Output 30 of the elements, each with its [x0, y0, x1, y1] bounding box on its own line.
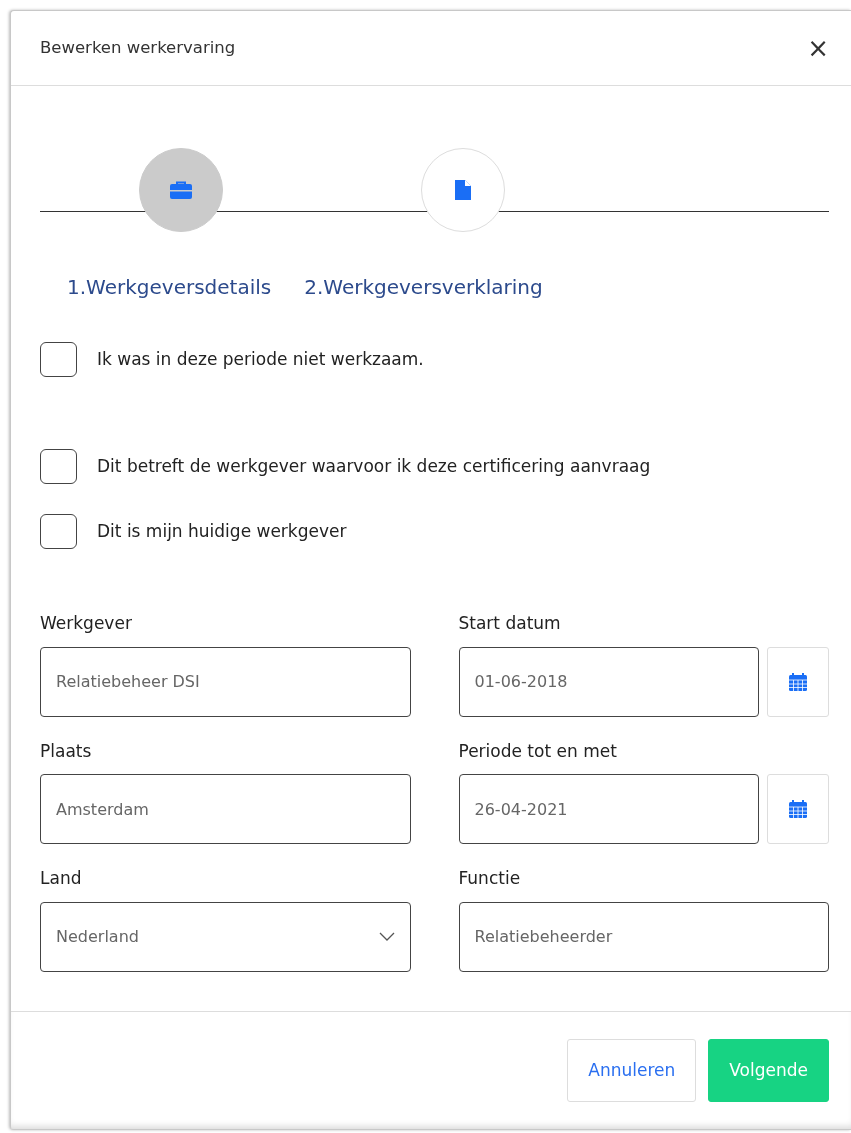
text-field[interactable]: Amsterdam — [40, 774, 411, 844]
checkbox-label: Dit is mijn huidige werkgever — [97, 519, 347, 543]
calendar-icon — [789, 800, 807, 818]
checkbox-label: Ik was in deze periode niet werkzaam. — [97, 347, 424, 371]
date-field[interactable]: 26-04-2021 — [458, 774, 759, 844]
checkbox[interactable] — [40, 342, 77, 377]
checkbox[interactable] — [40, 514, 77, 549]
field-label: Start datum — [458, 612, 562, 635]
calendar-icon — [789, 672, 807, 691]
field-label: Plaats — [40, 739, 93, 763]
date-field[interactable]: 01-06-2018 — [458, 646, 759, 717]
field-label: Functie — [458, 867, 522, 890]
field-label: Werkgever — [40, 612, 133, 635]
text-field[interactable]: Relatiebeheer DSI — [40, 646, 411, 717]
country-dropdown[interactable]: Nederland — [40, 901, 411, 972]
checkbox[interactable] — [40, 449, 77, 484]
field-label: Land — [40, 867, 83, 890]
calendar-button[interactable] — [767, 774, 829, 844]
step-label[interactable]: 2.Werkgeversverklaring — [304, 272, 543, 302]
modal-title: Bewerken werkervaring — [40, 36, 236, 59]
chevron-down-icon — [378, 932, 395, 941]
briefcase-icon — [170, 181, 192, 199]
cancel-button[interactable]: Annuleren — [567, 1039, 697, 1102]
text-field[interactable]: Relatiebeheerder — [458, 901, 829, 972]
field-label: Periode tot en met — [458, 739, 618, 763]
document-icon — [455, 180, 471, 200]
close-button[interactable]: × — [807, 35, 829, 61]
calendar-button[interactable] — [767, 646, 829, 717]
checkbox-label: Dit betreft de werkgever waarvoor ik deze certificering aanvraag — [97, 454, 651, 478]
step-label[interactable]: 1.Werkgeversdetails — [67, 272, 272, 302]
